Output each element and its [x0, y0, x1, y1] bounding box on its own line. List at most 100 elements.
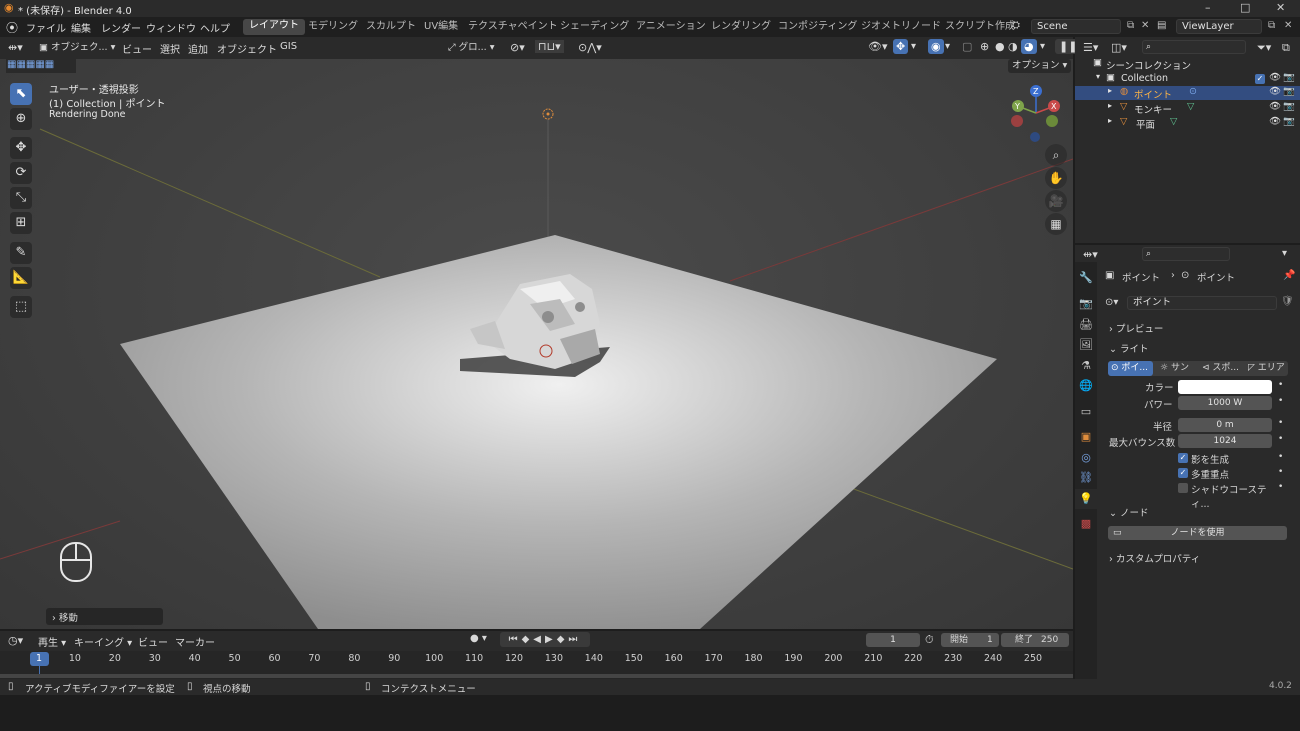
- auto-keying-icon[interactable]: ● ▾: [470, 633, 487, 644]
- menu-playback[interactable]: 再生 ▾: [38, 634, 66, 649]
- mode-selector[interactable]: ▣ オブジェク... ▾: [35, 40, 119, 56]
- constraints-tab[interactable]: ⛓: [1075, 468, 1097, 488]
- collection-tab[interactable]: ▭: [1075, 402, 1097, 422]
- object-tab[interactable]: ▣: [1075, 427, 1097, 447]
- outliner-item-plane[interactable]: ▸ ▽ 平面 ▽ 👁 📷: [1075, 116, 1300, 131]
- tab-sculpt[interactable]: スカルプト: [360, 20, 422, 36]
- render-camera-icon[interactable]: 📷: [1283, 86, 1295, 97]
- gizmo-dropdown-icon[interactable]: ▾: [911, 41, 916, 52]
- light-name-field[interactable]: ポイント: [1127, 296, 1277, 310]
- outliner-scene-collection[interactable]: ▣ シーンコレクション: [1075, 57, 1300, 72]
- play-icon[interactable]: ▶: [545, 634, 557, 645]
- properties-editor-icon[interactable]: ⇹▾: [1083, 248, 1098, 261]
- cursor-tool[interactable]: ⊕: [10, 108, 32, 130]
- light-type-point[interactable]: ⊙ ポイ...: [1108, 361, 1153, 376]
- tab-shading[interactable]: シェーディング: [554, 20, 635, 36]
- editor-type-icon[interactable]: ⇹▾: [8, 41, 23, 54]
- tab-layout[interactable]: レイアウト: [243, 19, 305, 35]
- filter-icon[interactable]: ⏷▾: [1257, 41, 1271, 55]
- zoom-icon[interactable]: ⌕: [1045, 144, 1067, 166]
- outliner-search-input[interactable]: ⌕: [1142, 40, 1246, 54]
- view-layer-selector[interactable]: ViewLayer: [1176, 19, 1262, 34]
- menu-help[interactable]: ヘルプ: [200, 20, 230, 35]
- menu-window[interactable]: ウィンドウ: [146, 20, 196, 35]
- transform-tool[interactable]: ⊞: [10, 212, 32, 234]
- start-frame-field[interactable]: 開始 1: [941, 633, 999, 647]
- timeline-scrollbar[interactable]: [0, 674, 1073, 678]
- tab-scripting[interactable]: スクリプト作成: [939, 20, 1021, 36]
- use-nodes-button[interactable]: ▭ ノードを使用: [1108, 526, 1287, 540]
- render-camera-icon[interactable]: 📷: [1283, 116, 1295, 127]
- keyframe-dot-icon[interactable]: •: [1278, 482, 1283, 492]
- scale-tool[interactable]: ⤡: [10, 187, 32, 209]
- fake-user-icon[interactable]: 🛡: [1281, 296, 1294, 307]
- menu-gis[interactable]: GIS: [280, 41, 297, 52]
- shading-wireframe-icon[interactable]: ⊕: [980, 40, 989, 53]
- tab-texture-paint[interactable]: テクスチャペイント: [462, 20, 564, 36]
- pivot-point-icon[interactable]: ⊘▾: [510, 41, 525, 54]
- tab-animation[interactable]: アニメーション: [630, 20, 712, 36]
- close-button[interactable]: ✕: [1276, 1, 1285, 14]
- new-collection-icon[interactable]: ⧉: [1282, 41, 1290, 55]
- menu-add[interactable]: 追加: [188, 41, 208, 56]
- panel-options-icon[interactable]: ▾: [1282, 248, 1287, 259]
- multiple-importance-checkbox[interactable]: ✓: [1178, 468, 1188, 478]
- radius-field[interactable]: 0 m: [1178, 418, 1272, 432]
- prev-keyframe-icon[interactable]: ◆: [522, 634, 534, 645]
- power-field[interactable]: 1000 W: [1178, 396, 1272, 410]
- shadow-caustics-checkbox[interactable]: [1178, 483, 1188, 493]
- visibility-eye-icon[interactable]: 👁: [1269, 72, 1281, 83]
- shading-material-icon[interactable]: ◑: [1008, 40, 1018, 53]
- options-dropdown[interactable]: オプション ▾: [1008, 59, 1072, 73]
- visibility-eye-icon[interactable]: 👁: [1269, 116, 1281, 127]
- jump-start-icon[interactable]: ⏮: [509, 634, 522, 645]
- expand-right-icon[interactable]: ▸: [1108, 101, 1112, 110]
- blender-menu-icon[interactable]: ⦿: [6, 19, 18, 36]
- gizmo-toggle-icon[interactable]: ✥: [893, 39, 909, 54]
- tab-compositing[interactable]: コンポジティング: [772, 20, 863, 36]
- scene-selector[interactable]: Scene: [1031, 19, 1121, 34]
- minimize-button[interactable]: –: [1205, 1, 1211, 14]
- physics-tab[interactable]: ◎: [1075, 448, 1097, 468]
- keyframe-dot-icon[interactable]: •: [1278, 418, 1283, 428]
- transform-orientation-dropdown[interactable]: ⤢ グロ... ▾: [448, 40, 494, 56]
- light-type-sun[interactable]: ☼ サン: [1155, 361, 1199, 376]
- cast-shadow-checkbox[interactable]: ✓: [1178, 453, 1188, 463]
- new-scene-icon[interactable]: ⧉: [1127, 20, 1134, 31]
- light-section-header[interactable]: ⌄ ライト: [1109, 341, 1149, 355]
- menu-render[interactable]: レンダー: [101, 20, 141, 35]
- proportional-edit-icon[interactable]: ⊙⋀▾: [578, 41, 602, 54]
- light-datablock-icon[interactable]: ⊙▾: [1105, 297, 1118, 308]
- delete-scene-icon[interactable]: ✕: [1141, 20, 1149, 31]
- light-type-area[interactable]: ◸ エリア: [1245, 361, 1288, 376]
- expand-right-icon[interactable]: ▸: [1108, 86, 1112, 95]
- shading-dropdown-icon[interactable]: ▾: [1040, 41, 1045, 52]
- outliner-collection-row[interactable]: ▾ ▣ Collection ✓ 👁 📷: [1075, 72, 1300, 86]
- navigation-gizmo[interactable]: Z X Y: [1004, 79, 1068, 145]
- tab-geometry-nodes[interactable]: ジオメトリノード: [855, 20, 947, 36]
- visibility-eye-icon[interactable]: 👁: [1269, 86, 1281, 97]
- keyframe-dot-icon[interactable]: •: [1278, 380, 1283, 390]
- preview-range-icon[interactable]: ⏱: [925, 633, 934, 647]
- render-camera-icon[interactable]: 📷: [1283, 101, 1295, 112]
- keyframe-dot-icon[interactable]: •: [1278, 396, 1283, 406]
- pin-icon[interactable]: 📌: [1283, 270, 1295, 281]
- shading-solid-icon[interactable]: ●: [995, 40, 1005, 53]
- max-bounces-field[interactable]: 1024: [1178, 434, 1272, 448]
- output-tab[interactable]: 🖨: [1075, 315, 1097, 335]
- collection-exclude-checkbox[interactable]: ✓: [1255, 74, 1265, 84]
- annotate-tool[interactable]: ✎: [10, 242, 32, 264]
- overlay-toggle-icon[interactable]: ◉: [928, 39, 944, 54]
- rotate-tool[interactable]: ⟳: [10, 162, 32, 184]
- add-cube-tool[interactable]: ⬚: [10, 296, 32, 318]
- move-tool[interactable]: ✥: [10, 137, 32, 159]
- tab-uv-editing[interactable]: UV編集: [418, 20, 464, 36]
- menu-select[interactable]: 選択: [160, 41, 180, 56]
- play-reverse-icon[interactable]: ◀: [533, 634, 545, 645]
- current-frame-field[interactable]: 1: [866, 633, 920, 647]
- shading-rendered-icon[interactable]: ◕: [1021, 39, 1037, 54]
- view-layer-tab[interactable]: 🖼: [1075, 335, 1097, 355]
- light-color-swatch[interactable]: [1178, 380, 1272, 394]
- visibility-icon[interactable]: 👁▾: [868, 40, 888, 53]
- texture-tab[interactable]: ▩: [1075, 514, 1097, 534]
